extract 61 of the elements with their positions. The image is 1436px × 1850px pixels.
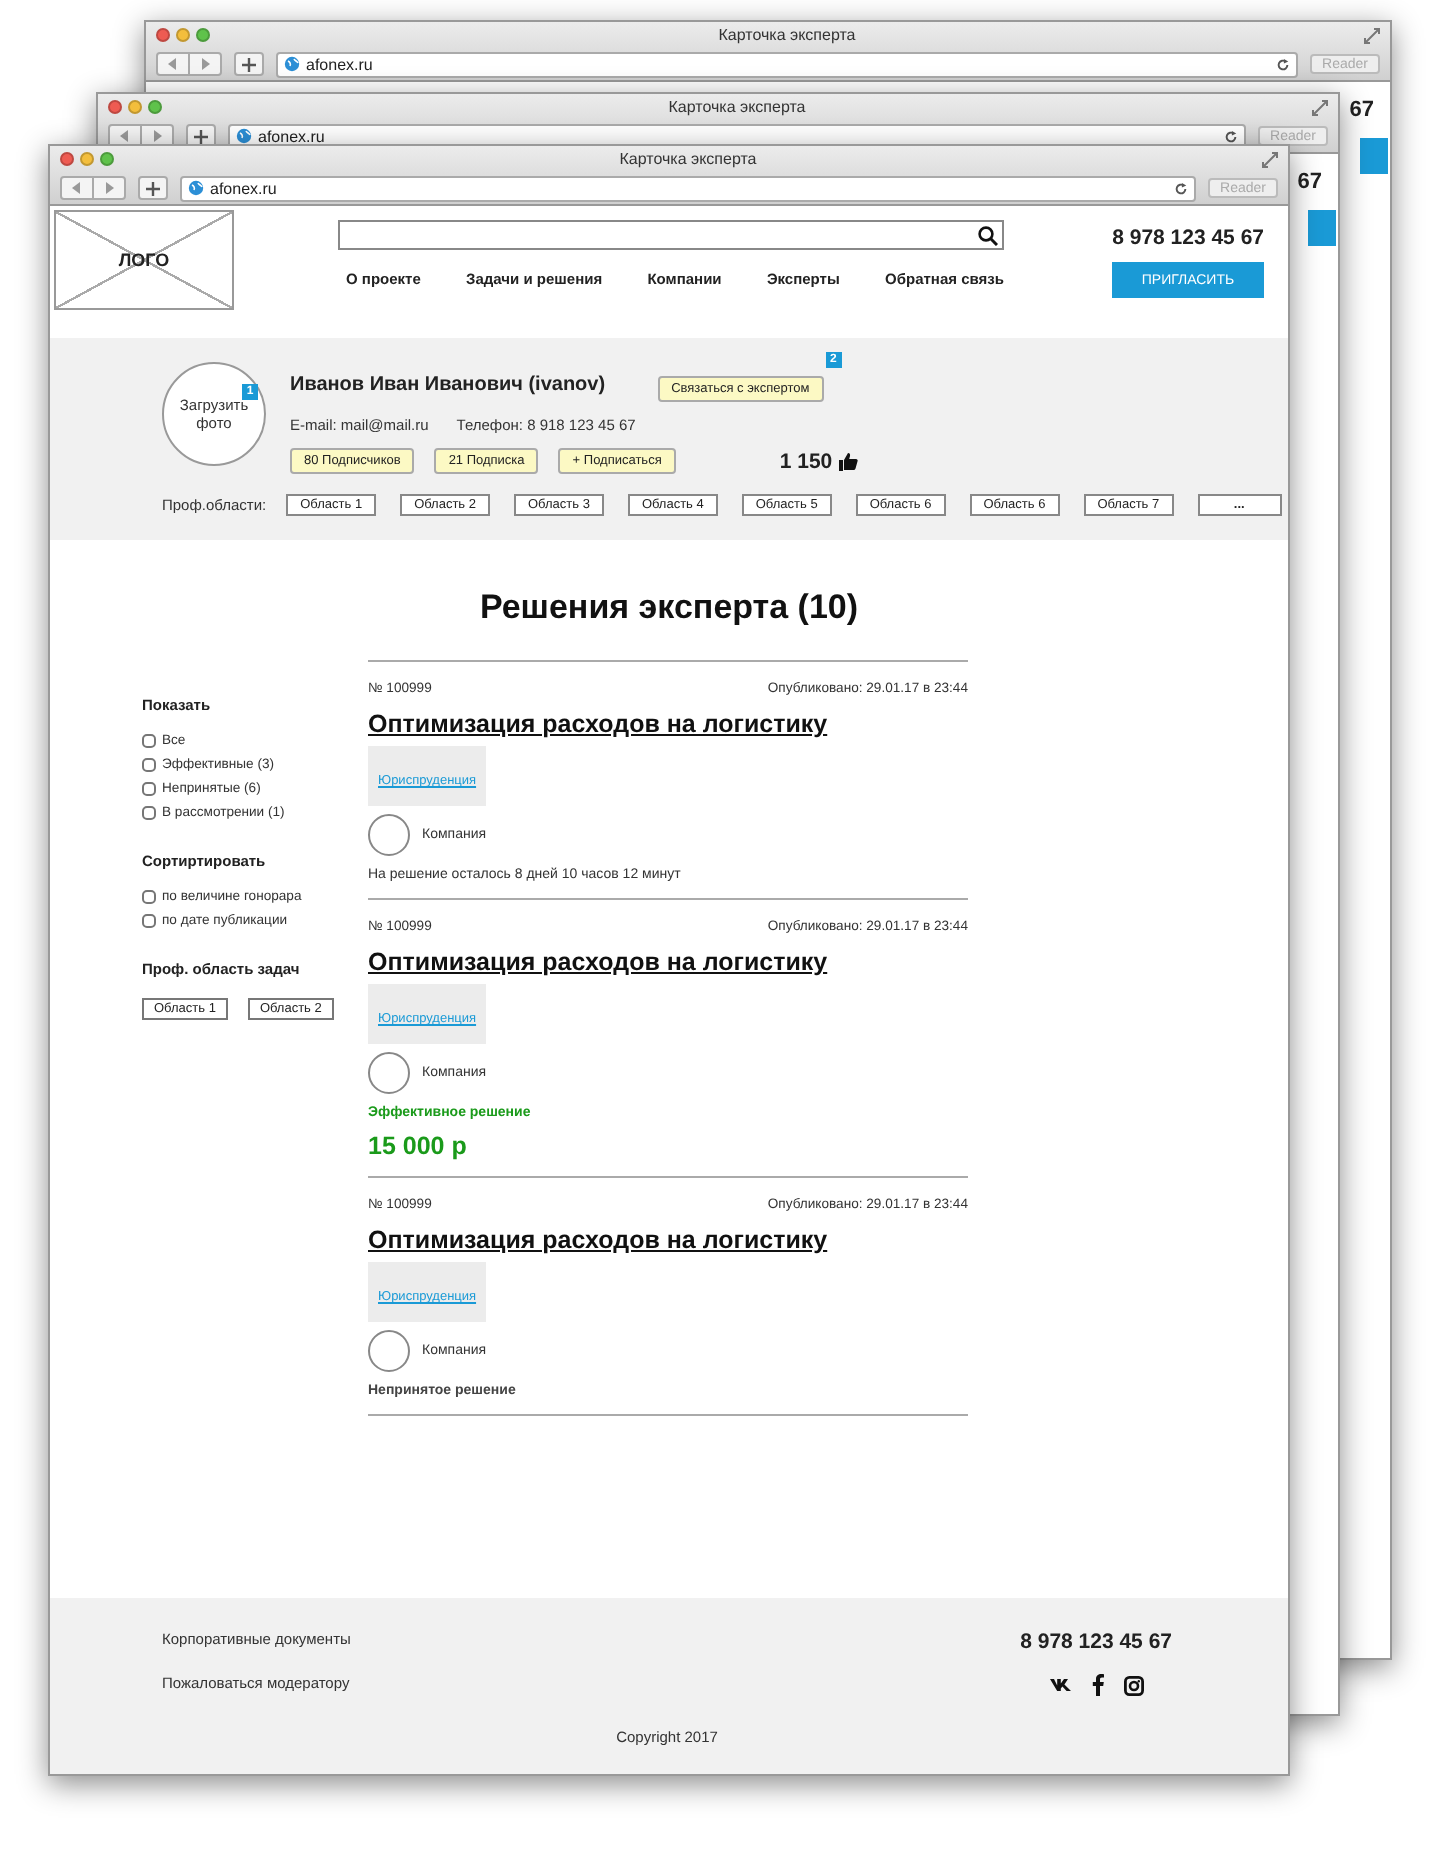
address-text: afonex.ru xyxy=(258,127,327,145)
reload-icon[interactable] xyxy=(1224,129,1239,143)
address-field[interactable]: afonex.ru xyxy=(276,51,1299,77)
globe-icon xyxy=(284,56,300,72)
plus-icon xyxy=(146,181,160,195)
phone-number: 67 xyxy=(1349,98,1374,122)
new-tab-button[interactable] xyxy=(234,52,264,76)
phone-number: 8 978 123 45 67 xyxy=(1020,1630,1172,1654)
back-arrow-icon xyxy=(168,58,178,70)
minimize-icon[interactable] xyxy=(176,28,190,42)
instagram-icon[interactable] xyxy=(1123,1675,1144,1695)
search-field[interactable] xyxy=(338,220,1004,250)
plus-icon xyxy=(194,129,208,143)
checkbox[interactable] xyxy=(142,758,156,772)
close-icon[interactable] xyxy=(156,28,170,42)
minimize-icon[interactable] xyxy=(80,152,94,166)
fullscreen-icon[interactable] xyxy=(1312,99,1328,115)
maximize-icon[interactable] xyxy=(196,28,210,42)
expert-name: Иванов Иван Иванович (ivanov) xyxy=(290,373,606,395)
price: 15 000 р xyxy=(368,1132,469,1160)
search-icon[interactable] xyxy=(978,225,998,245)
fullscreen-icon[interactable] xyxy=(1364,27,1380,43)
forward-arrow-icon xyxy=(200,58,210,70)
close-icon[interactable] xyxy=(60,152,74,166)
company-avatar xyxy=(368,1052,410,1094)
vk-icon[interactable] xyxy=(1049,1678,1072,1692)
phone-number: 8 978 123 45 67 xyxy=(1112,226,1264,250)
address-text: afonex.ru xyxy=(210,179,279,197)
checkbox[interactable] xyxy=(142,914,156,928)
reload-icon[interactable] xyxy=(1174,181,1189,195)
forward-arrow-icon xyxy=(104,182,114,194)
address-text: afonex.ru xyxy=(306,55,375,73)
logo-text: ЛОГО xyxy=(118,250,170,270)
checkbox[interactable] xyxy=(142,734,156,748)
minimize-icon[interactable] xyxy=(128,100,142,114)
company-avatar xyxy=(368,814,410,856)
thumbs-up-icon[interactable] xyxy=(838,451,859,471)
facebook-icon[interactable] xyxy=(1091,1674,1104,1696)
likes-count: 1 150 xyxy=(779,449,833,473)
address-field[interactable]: afonex.ru xyxy=(180,175,1197,201)
maximize-icon[interactable] xyxy=(148,100,162,114)
checkbox[interactable] xyxy=(142,890,156,904)
solution-title-link[interactable]: Оптимизация расходов на логистику xyxy=(368,1226,968,1254)
phone-number: 67 xyxy=(1297,170,1322,194)
plus-icon xyxy=(242,57,256,71)
globe-icon xyxy=(188,180,204,196)
solution-title-link[interactable]: Оптимизация расходов на логистику xyxy=(368,948,968,976)
close-icon[interactable] xyxy=(108,100,122,114)
checkbox[interactable] xyxy=(142,806,156,820)
back-arrow-icon xyxy=(72,182,82,194)
company-avatar xyxy=(368,1330,410,1372)
checkbox[interactable] xyxy=(142,782,156,796)
new-tab-button[interactable] xyxy=(138,176,168,200)
window-title: Карточка эксперта xyxy=(617,150,759,168)
page-heading: Решения эксперта (10) xyxy=(477,588,861,628)
fullscreen-icon[interactable] xyxy=(1262,151,1278,167)
reload-icon[interactable] xyxy=(1276,57,1291,71)
solution-title-link[interactable]: Оптимизация расходов на логистику xyxy=(368,710,968,738)
window-title: Карточка эксперта xyxy=(666,98,808,116)
window-title: Карточка эксперта xyxy=(716,26,858,44)
maximize-icon[interactable] xyxy=(100,152,114,166)
